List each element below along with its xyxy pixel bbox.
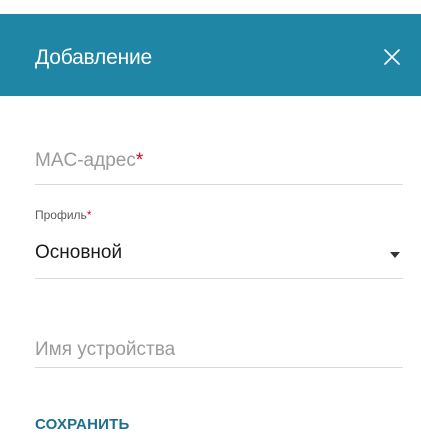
- profile-label: Профиль*: [35, 208, 92, 222]
- mac-address-field[interactable]: MAC-адрес*: [35, 142, 403, 186]
- device-name-underline: [35, 367, 403, 368]
- mac-address-underline: [35, 184, 403, 185]
- close-icon: [384, 49, 400, 65]
- device-name-placeholder: Имя устройства: [35, 339, 176, 360]
- caret-down-icon: [390, 252, 400, 258]
- mac-address-placeholder: MAC-адрес*: [35, 150, 144, 171]
- save-button[interactable]: СОХРАНИТЬ: [35, 416, 129, 434]
- top-strip: [0, 0, 421, 14]
- close-button[interactable]: [380, 45, 404, 69]
- profile-selected-value: Основной: [35, 242, 123, 263]
- profile-select[interactable]: Профиль* Основной: [35, 208, 403, 280]
- dialog-title: Добавление: [35, 46, 152, 69]
- required-mark: *: [86, 208, 92, 222]
- device-name-field[interactable]: Имя устройства: [35, 332, 403, 368]
- required-mark: *: [135, 150, 144, 171]
- profile-underline: [35, 278, 403, 279]
